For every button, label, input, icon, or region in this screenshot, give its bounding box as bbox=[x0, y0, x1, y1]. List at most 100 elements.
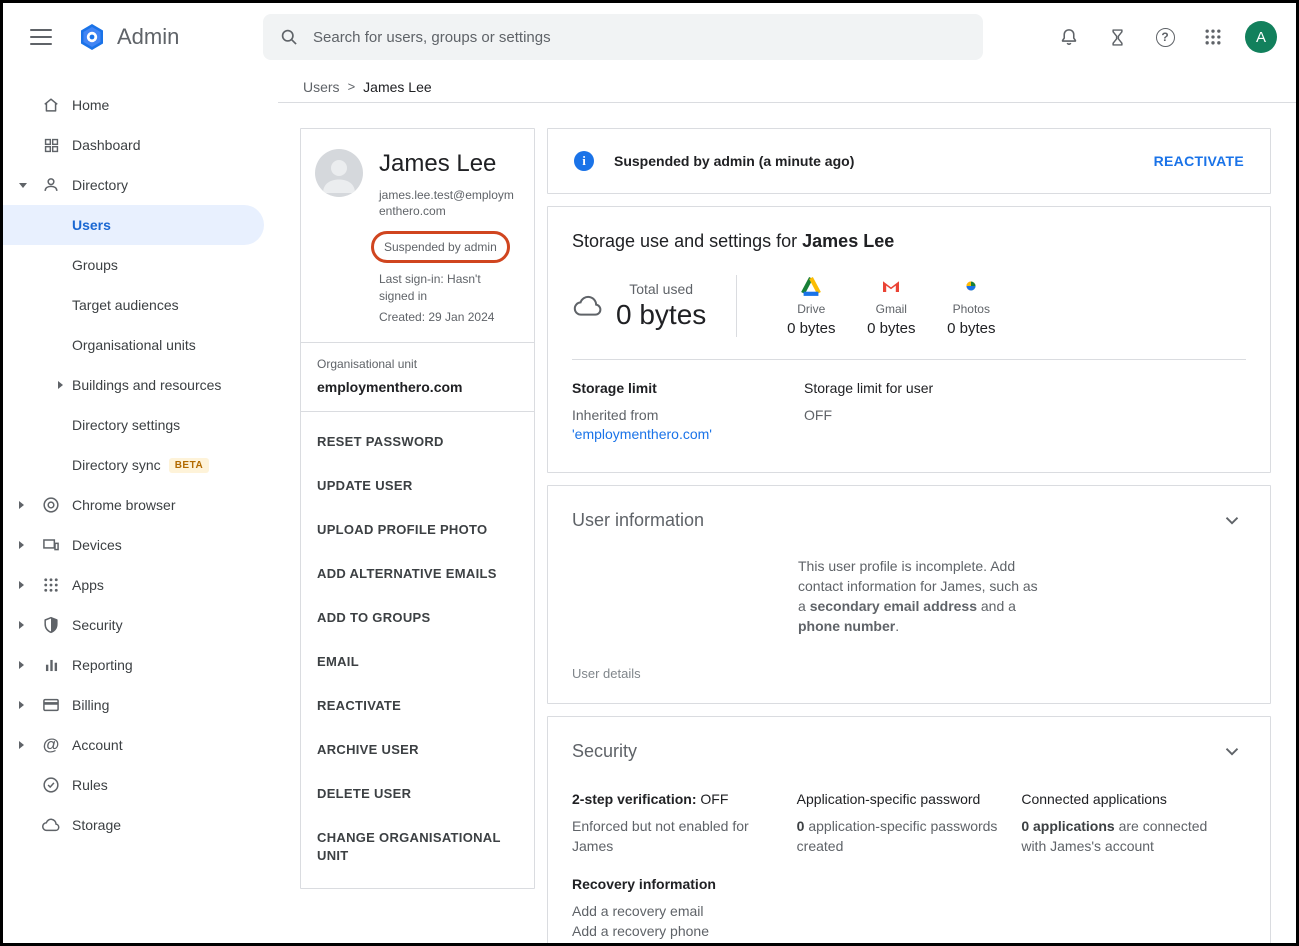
chrome-icon bbox=[39, 493, 63, 517]
storage-title-user: James Lee bbox=[802, 231, 894, 251]
help-icon[interactable]: ? bbox=[1144, 16, 1186, 58]
sidebar-item-directory[interactable]: Directory bbox=[3, 165, 278, 205]
reactivate-button[interactable]: REACTIVATE bbox=[301, 684, 534, 728]
sidebar-item-reporting[interactable]: Reporting bbox=[3, 645, 278, 685]
sidebar-item-buildings-resources[interactable]: Buildings and resources bbox=[3, 365, 278, 405]
notifications-bell-icon[interactable] bbox=[1048, 16, 1090, 58]
security-title: Security bbox=[572, 741, 637, 762]
sidebar-item-apps[interactable]: Apps bbox=[3, 565, 278, 605]
dashboard-icon bbox=[39, 133, 63, 157]
chevron-right-icon bbox=[19, 661, 39, 669]
chevron-right-icon bbox=[19, 581, 39, 589]
home-icon bbox=[39, 93, 63, 117]
user-information-title: User information bbox=[572, 510, 704, 531]
sidebar-item-security[interactable]: Security bbox=[3, 605, 278, 645]
help-glyph: ? bbox=[1156, 28, 1175, 47]
service-name: Gmail bbox=[876, 302, 907, 316]
reactivate-link[interactable]: REACTIVATE bbox=[1154, 153, 1244, 169]
security-card: Security 2-step verification: OFF Enforc… bbox=[547, 716, 1271, 943]
drive-icon bbox=[799, 274, 823, 298]
storage-title: Storage use and settings for James Lee bbox=[572, 231, 1246, 252]
sidebar-item-directory-sync[interactable]: Directory sync BETA bbox=[3, 445, 278, 485]
apps-dots-icon bbox=[39, 573, 63, 597]
search-bar[interactable] bbox=[263, 14, 983, 60]
apps-grid-icon[interactable] bbox=[1192, 16, 1234, 58]
annotation-highlight-box: Suspended by admin bbox=[371, 231, 510, 263]
sidebar-nav: Home Dashboard Directory Users Gr bbox=[3, 71, 278, 943]
sidebar-item-storage[interactable]: Storage bbox=[3, 805, 278, 845]
sidebar-item-billing[interactable]: Billing bbox=[3, 685, 278, 725]
sidebar-item-label: Dashboard bbox=[72, 137, 141, 153]
sidebar-item-groups[interactable]: Groups bbox=[3, 245, 278, 285]
chevron-right-icon bbox=[19, 501, 39, 509]
sidebar-item-directory-settings[interactable]: Directory settings bbox=[3, 405, 278, 445]
user-name: James Lee bbox=[379, 149, 519, 179]
change-org-unit-button[interactable]: CHANGE ORGANISATIONAL UNIT bbox=[301, 816, 534, 878]
sidebar-item-home[interactable]: Home bbox=[3, 85, 278, 125]
service-name: Photos bbox=[953, 302, 990, 316]
sidebar-item-label: Groups bbox=[72, 257, 118, 273]
upload-profile-photo-button[interactable]: UPLOAD PROFILE PHOTO bbox=[301, 508, 534, 552]
service-name: Drive bbox=[797, 302, 825, 316]
rules-icon bbox=[39, 773, 63, 797]
cloud-icon bbox=[572, 290, 604, 322]
breadcrumb-users-link[interactable]: Users bbox=[303, 79, 340, 95]
chevron-right-icon bbox=[19, 541, 39, 549]
two-step-label: 2-step verification: bbox=[572, 791, 696, 807]
recovery-title: Recovery information bbox=[572, 876, 716, 892]
add-to-groups-button[interactable]: ADD TO GROUPS bbox=[301, 596, 534, 640]
storage-limit-user-value: OFF bbox=[804, 406, 933, 425]
org-unit-link[interactable]: 'employmenthero.com' bbox=[572, 425, 804, 444]
search-icon bbox=[279, 27, 299, 47]
total-used-label: Total used bbox=[616, 281, 706, 297]
user-avatar bbox=[315, 149, 363, 197]
archive-user-button[interactable]: ARCHIVE USER bbox=[301, 728, 534, 772]
sidebar-item-devices[interactable]: Devices bbox=[3, 525, 278, 565]
storage-limit-label: Storage limit bbox=[572, 380, 804, 396]
two-step-verification-block: 2-step verification: OFF Enforced but no… bbox=[572, 791, 797, 856]
add-recovery-phone-link[interactable]: Add a recovery phone bbox=[572, 921, 797, 941]
update-user-button[interactable]: UPDATE USER bbox=[301, 464, 534, 508]
search-input[interactable] bbox=[313, 29, 967, 46]
hourglass-pending-tasks-icon[interactable] bbox=[1096, 16, 1138, 58]
connected-apps-count: 0 applications bbox=[1021, 818, 1114, 834]
sidebar-item-dashboard[interactable]: Dashboard bbox=[3, 125, 278, 165]
chevron-right-icon bbox=[58, 381, 72, 389]
sidebar-item-label: Storage bbox=[72, 817, 121, 833]
delete-user-button[interactable]: DELETE USER bbox=[301, 772, 534, 816]
sidebar-item-label: Reporting bbox=[72, 657, 133, 673]
email-button[interactable]: EMAIL bbox=[301, 640, 534, 684]
gmail-usage: Gmail 0 bytes bbox=[851, 274, 931, 337]
sidebar-item-label: Apps bbox=[72, 577, 104, 593]
app-password-title: Application-specific password bbox=[797, 791, 1022, 807]
add-recovery-email-link[interactable]: Add a recovery email bbox=[572, 901, 797, 921]
incomplete-profile-message: This user profile is incomplete. Add con… bbox=[798, 556, 1038, 636]
reset-password-button[interactable]: RESET PASSWORD bbox=[301, 420, 534, 464]
sidebar-item-label: Target audiences bbox=[72, 297, 179, 313]
storage-limit-user-label: Storage limit for user bbox=[804, 380, 933, 396]
collapse-chevron-down-icon[interactable] bbox=[1218, 737, 1246, 765]
sidebar-item-account[interactable]: @ Account bbox=[3, 725, 278, 765]
hamburger-menu-icon[interactable] bbox=[19, 15, 63, 59]
top-bar: Admin ? bbox=[3, 3, 1296, 71]
sidebar-item-label: Billing bbox=[72, 697, 109, 713]
user-last-signin: Last sign-in: Hasn't signed in bbox=[379, 271, 519, 305]
user-information-card: User information This user profile is in… bbox=[547, 485, 1271, 704]
sidebar-item-rules[interactable]: Rules bbox=[3, 765, 278, 805]
sidebar-item-users[interactable]: Users bbox=[3, 205, 264, 245]
devices-icon bbox=[39, 533, 63, 557]
sidebar-item-label: Security bbox=[72, 617, 123, 633]
cloud-icon bbox=[39, 813, 63, 837]
app-password-detail: application-specific passwords created bbox=[797, 818, 998, 854]
sidebar-item-organisational-units[interactable]: Organisational units bbox=[3, 325, 278, 365]
add-alternative-emails-button[interactable]: ADD ALTERNATIVE EMAILS bbox=[301, 552, 534, 596]
account-avatar[interactable]: A bbox=[1240, 16, 1282, 58]
sidebar-item-chrome-browser[interactable]: Chrome browser bbox=[3, 485, 278, 525]
sidebar-item-target-audiences[interactable]: Target audiences bbox=[3, 285, 278, 325]
user-details-link[interactable]: User details bbox=[572, 666, 641, 681]
sidebar-item-label: Buildings and resources bbox=[72, 377, 221, 393]
beta-badge: BETA bbox=[169, 458, 209, 473]
collapse-chevron-down-icon[interactable] bbox=[1218, 506, 1246, 534]
info-icon: i bbox=[574, 151, 594, 171]
admin-logo[interactable]: Admin bbox=[77, 22, 263, 52]
